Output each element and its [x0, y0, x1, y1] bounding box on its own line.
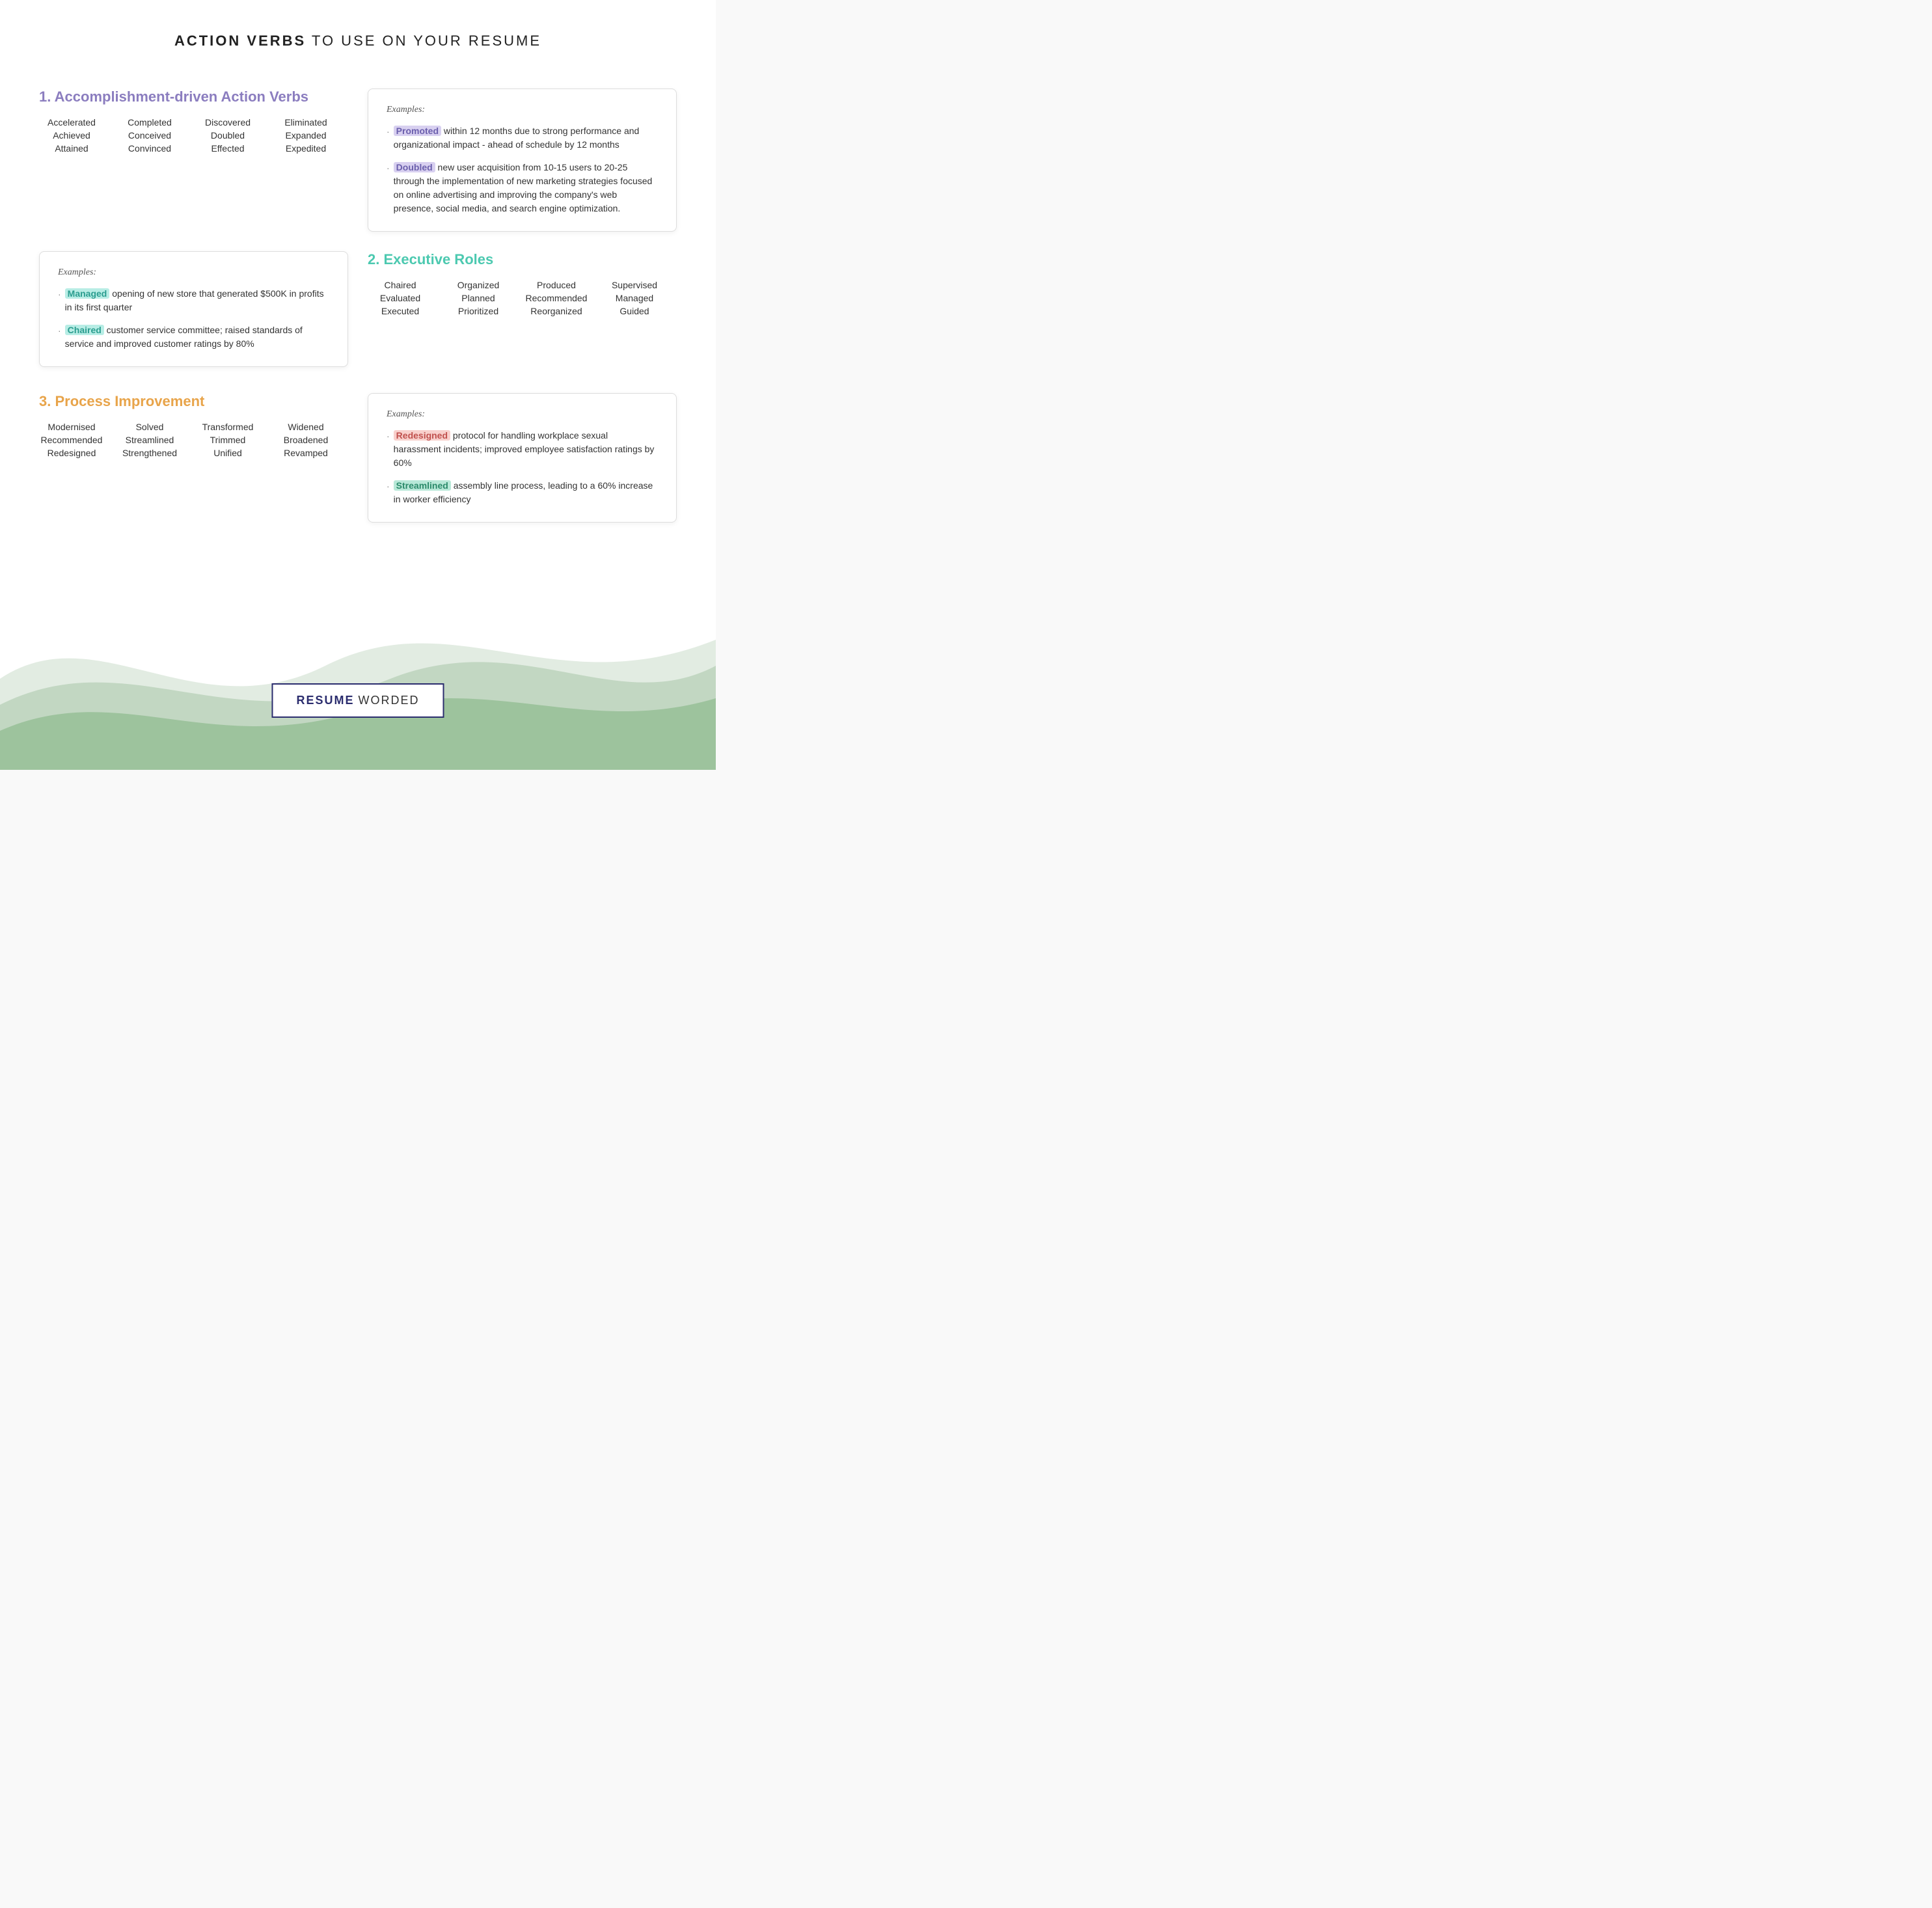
section1-col2: Completed Conceived Convinced: [117, 117, 182, 154]
example-item: · Doubled new user acquisition from 10-1…: [387, 161, 658, 215]
section1-example-card: Examples: · Promoted within 12 months du…: [368, 89, 677, 232]
examples-label: Examples:: [387, 409, 658, 420]
section3-title: 3. Process Improvement: [39, 393, 348, 410]
section2-words: 2. Executive Roles Chaired Evaluated Exe…: [368, 251, 677, 367]
section1-col3: Discovered Doubled Effected: [195, 117, 260, 154]
section1-col4: Eliminated Expanded Expedited: [273, 117, 338, 154]
example-item: · Managed opening of new store that gene…: [58, 287, 329, 314]
word: Expanded: [285, 130, 326, 141]
word: Organized: [457, 280, 500, 290]
word: Solved: [136, 422, 164, 432]
section2-word-columns: Chaired Evaluated Executed Organized Pla…: [368, 280, 677, 316]
bullet: ·: [58, 324, 61, 338]
word: Redesigned: [48, 448, 96, 458]
word: Chaired: [384, 280, 416, 290]
word: Supervised: [612, 280, 657, 290]
footer-area: RESUME WORDED: [0, 549, 716, 770]
section3-col4: Widened Broadened Revamped: [273, 422, 338, 458]
section2-title: 2. Executive Roles: [368, 251, 677, 268]
highlight-redesigned: Redesigned: [394, 430, 450, 441]
example-text: Doubled new user acquisition from 10-15 …: [394, 161, 658, 215]
word: Recommended: [526, 293, 588, 303]
word: Reorganized: [530, 306, 582, 316]
bullet: ·: [387, 429, 390, 443]
brand-footer: RESUME WORDED: [271, 683, 444, 718]
examples-label: Examples:: [58, 267, 329, 278]
word: Convinced: [128, 143, 171, 154]
word: Eliminated: [284, 117, 327, 128]
example-item: · Promoted within 12 months due to stron…: [387, 124, 658, 152]
section3-word-columns: Modernised Recommended Redesigned Solved…: [39, 422, 348, 458]
brand-resume: RESUME: [296, 694, 354, 707]
word: Unified: [213, 448, 242, 458]
word: Guided: [619, 306, 649, 316]
word: Transformed: [202, 422, 254, 432]
section2-col3: Produced Recommended Reorganized: [524, 280, 589, 316]
word: Planned: [461, 293, 495, 303]
highlight-doubled: Doubled: [394, 162, 435, 172]
word: Executed: [381, 306, 419, 316]
section3-col2: Solved Streamlined Strengthened: [117, 422, 182, 458]
brand-worded: WORDED: [359, 694, 420, 707]
word: Conceived: [128, 130, 171, 141]
example-text: Managed opening of new store that genera…: [65, 287, 329, 314]
word: Doubled: [211, 130, 245, 141]
word: Effected: [211, 143, 244, 154]
word: Widened: [288, 422, 323, 432]
section1-title: 1. Accomplishment-driven Action Verbs: [39, 89, 348, 105]
word: Evaluated: [380, 293, 420, 303]
bullet: ·: [387, 125, 390, 139]
word: Discovered: [205, 117, 251, 128]
word: Revamped: [284, 448, 328, 458]
header-bold: ACTION VERBS: [174, 33, 306, 49]
word: Accelerated: [48, 117, 96, 128]
example-text: Streamlined assembly line process, leadi…: [394, 479, 658, 506]
word: Trimmed: [210, 435, 246, 445]
highlight-managed: Managed: [65, 288, 110, 299]
word: Completed: [128, 117, 172, 128]
wave-decoration: [0, 549, 716, 770]
section3-example-card: Examples: · Redesigned protocol for hand…: [368, 393, 677, 523]
word: Managed: [616, 293, 653, 303]
example-item: · Redesigned protocol for handling workp…: [387, 429, 658, 470]
section2-col4: Supervised Managed Guided: [602, 280, 667, 316]
example-text: Promoted within 12 months due to strong …: [394, 124, 658, 152]
section3-col3: Transformed Trimmed Unified: [195, 422, 260, 458]
word: Streamlined: [126, 435, 174, 445]
section3-col1: Modernised Recommended Redesigned: [39, 422, 104, 458]
section2-col2: Organized Planned Prioritized: [446, 280, 511, 316]
example-item: · Chaired customer service committee; ra…: [58, 323, 329, 351]
word: Attained: [55, 143, 88, 154]
section1-col1: Accelerated Achieved Attained: [39, 117, 104, 154]
section1-example-card2: Examples: · Managed opening of new store…: [39, 251, 348, 367]
main-grid: 1. Accomplishment-driven Action Verbs Ac…: [0, 69, 716, 536]
section3-words: 3. Process Improvement Modernised Recomm…: [39, 393, 348, 523]
example-item: · Streamlined assembly line process, lea…: [387, 479, 658, 506]
section3-row: 3. Process Improvement Modernised Recomm…: [39, 393, 677, 523]
word: Prioritized: [458, 306, 498, 316]
highlight-streamlined: Streamlined: [394, 480, 451, 491]
word: Recommended: [41, 435, 103, 445]
word: Modernised: [48, 422, 95, 432]
examples-label: Examples:: [387, 105, 658, 115]
bullet: ·: [387, 161, 390, 175]
word: Expedited: [286, 143, 326, 154]
section2-col1: Chaired Evaluated Executed: [368, 280, 433, 316]
bullet: ·: [387, 480, 390, 493]
section1-word-columns: Accelerated Achieved Attained Completed …: [39, 117, 348, 154]
highlight-promoted: Promoted: [394, 126, 441, 136]
example-text: Chaired customer service committee; rais…: [65, 323, 329, 351]
page-header: ACTION VERBS TO USE ON YOUR RESUME: [0, 0, 716, 69]
highlight-chaired: Chaired: [65, 325, 104, 335]
header-rest: TO USE ON YOUR RESUME: [306, 33, 541, 49]
word: Produced: [537, 280, 576, 290]
section1-words: 1. Accomplishment-driven Action Verbs Ac…: [39, 89, 348, 232]
example-text: Redesigned protocol for handling workpla…: [394, 429, 658, 470]
word: Broadened: [284, 435, 329, 445]
page: ACTION VERBS TO USE ON YOUR RESUME 1. Ac…: [0, 0, 716, 770]
word: Achieved: [53, 130, 90, 141]
word: Strengthened: [122, 448, 177, 458]
bullet: ·: [58, 288, 61, 301]
